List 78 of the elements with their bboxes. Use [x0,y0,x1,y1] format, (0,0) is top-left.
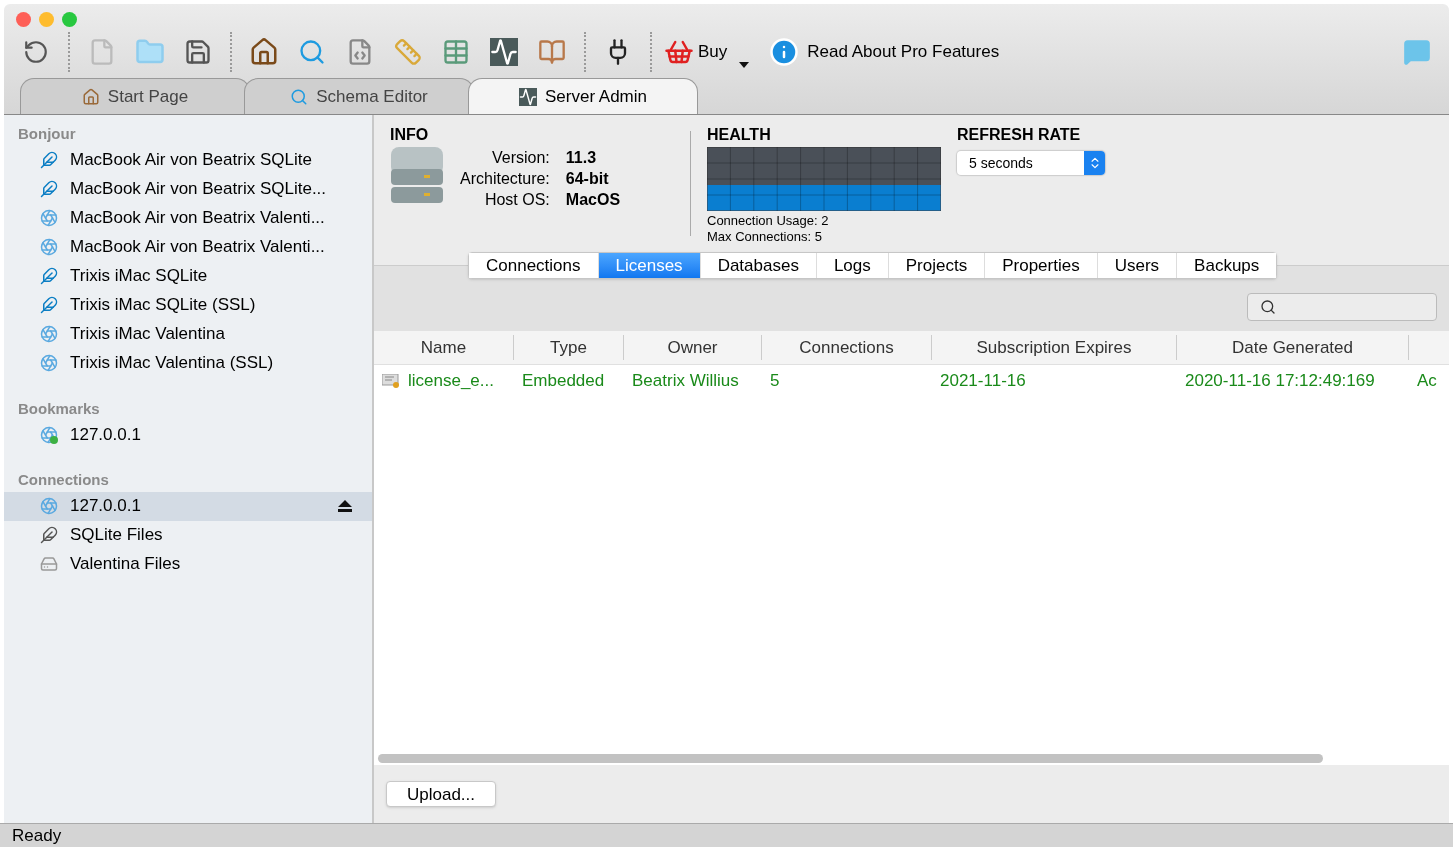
table-cell-text: Beatrix Willius [632,370,739,393]
info-label: Version: [491,148,550,168]
info-value: MacOS [565,190,621,210]
zoom-button[interactable] [62,12,77,27]
feather-icon [40,180,58,198]
sidebar-item[interactable]: 127.0.0.1 [4,420,372,449]
aperture-icon [40,354,58,372]
segment-tab[interactable]: Projects [888,253,986,278]
column-header[interactable]: Type [514,335,624,360]
segment-tab[interactable]: Properties [985,253,1098,278]
section-heading: Bookmarks [17,398,101,419]
info-label: Host OS: [483,190,550,210]
segment-tab[interactable]: Databases [700,253,817,278]
aperture-icon [40,497,58,515]
refresh-rate-select[interactable]: 5 seconds [957,151,1105,175]
info-value: 64-bit [565,169,610,189]
feather-icon [40,526,58,544]
section-heading: Connections [17,470,110,490]
eject-icon[interactable] [338,500,352,512]
table-cell-text: 2020-11-16 17:12:49:169 [1185,370,1375,393]
info-label: Architecture: [460,169,550,189]
tab[interactable]: Server Admin [468,78,698,114]
server-icon [390,147,444,205]
info-value: 11.3 [565,148,598,168]
certificate-icon [382,374,400,388]
segment-tab[interactable]: Logs [816,253,889,278]
sidebar-item[interactable]: Trixis iMac SQLite [4,261,372,291]
table-cell-text: Embedded [522,370,605,393]
search-icon [1260,298,1276,315]
sidebar-item[interactable]: Trixis iMac SQLite (SSL) [4,290,372,320]
segment-tab[interactable]: Connections [469,253,599,278]
sidebar-item[interactable]: Trixis iMac Valentina [4,319,372,349]
sidebar-item[interactable]: MacBook Air von Beatrix Valenti... [4,232,372,262]
feather-icon [40,267,58,285]
table-cell-text: 5 [770,370,780,393]
caret-icon [739,62,750,68]
sidebar-item[interactable]: Valentina Files [4,549,372,579]
info-icon [769,37,800,67]
segment-tab[interactable]: Backups [1177,253,1277,278]
health-text: Connection Usage: 2 [707,213,830,229]
section-title: HEALTH [707,125,772,145]
house-icon [81,87,100,106]
section-title: REFRESH RATE [957,125,1082,145]
sidebar-item[interactable]: SQLite Files [4,520,372,550]
sidebar-item[interactable]: MacBook Air von Beatrix SQLite [4,145,372,175]
section-title: INFO [390,125,430,145]
minimize-button[interactable] [39,12,54,27]
sidebar-item[interactable]: 127.0.0.1 [4,491,372,521]
status-text: Ready [12,824,62,847]
column-header[interactable]: Owner [624,335,762,360]
column-header[interactable]: Subscription Expires [932,335,1177,360]
feather-icon [40,296,58,314]
magnifier-icon [290,87,309,106]
column-header[interactable]: Name [374,335,514,360]
search-field[interactable] [1247,292,1437,321]
health-text: Max Connections: 5 [707,229,823,245]
table-cell-text: Ac [1417,370,1437,393]
aperture-icon [40,209,58,227]
section-heading: Bonjour [17,124,77,144]
aperture-icon [40,325,58,343]
column-header[interactable]: Connections [762,335,932,360]
upload-button[interactable]: Upload... [386,781,497,807]
feather-icon [40,151,58,169]
sidebar-item[interactable]: MacBook Air von Beatrix SQLite... [4,174,372,204]
pro-features-button[interactable]: Read About Pro Features [769,32,1000,72]
aperture-online-icon [40,425,58,444]
sidebar-item[interactable]: MacBook Air von Beatrix Valenti... [4,203,372,233]
table-cell-text: 2021-11-16 [940,370,1026,393]
close-button[interactable] [16,12,31,27]
drive-icon [40,555,58,573]
buy-button[interactable]: Buy [660,32,754,72]
sidebar-item[interactable]: Trixis iMac Valentina (SSL) [4,348,372,378]
segment-tab[interactable]: Users [1097,253,1178,278]
aperture-icon [40,238,58,256]
column-header[interactable]: Date Generated [1177,335,1409,360]
pulse-icon [518,87,537,106]
table-cell-text: license_e... [408,370,494,393]
scrollbar[interactable] [378,753,1323,763]
